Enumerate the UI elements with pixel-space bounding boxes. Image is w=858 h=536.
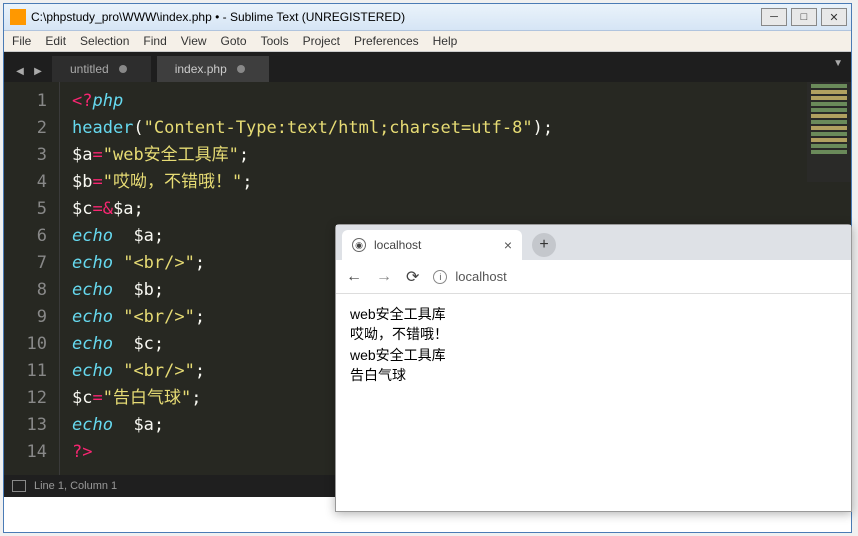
url-text: localhost — [455, 269, 506, 284]
menu-file[interactable]: File — [12, 34, 31, 48]
browser-content: web安全工具库哎呦，不错哦！web安全工具库告白气球 — [336, 294, 851, 395]
line-number: 8 — [4, 277, 47, 304]
tab-prev-icon[interactable]: ◀ — [12, 64, 28, 78]
line-number: 7 — [4, 250, 47, 277]
maximize-button[interactable]: □ — [791, 8, 817, 26]
gutter: 1234567891011121314 — [4, 82, 60, 475]
line-number: 10 — [4, 331, 47, 358]
line-number: 13 — [4, 412, 47, 439]
tabbar: ◀ ▶ untitled index.php ▼ — [4, 52, 851, 82]
tab-next-icon[interactable]: ▶ — [30, 64, 46, 78]
new-tab-button[interactable]: + — [532, 233, 556, 257]
browser-tabbar: ◉ localhost × + — [336, 225, 851, 260]
output-line: 哎呦，不错哦！ — [350, 324, 837, 344]
globe-icon: ◉ — [352, 238, 366, 252]
output-line: web安全工具库 — [350, 304, 837, 324]
app-icon — [10, 9, 26, 25]
menu-tools[interactable]: Tools — [261, 34, 289, 48]
modified-dot-icon — [119, 65, 127, 73]
modified-dot-icon — [237, 65, 245, 73]
address-bar[interactable]: i localhost — [433, 269, 506, 284]
window-title: C:\phpstudy_pro\WWW\index.php • - Sublim… — [31, 10, 761, 24]
menu-view[interactable]: View — [181, 34, 207, 48]
code-line[interactable]: $b="哎呦，不错哦！"; — [72, 169, 851, 196]
browser-toolbar: ← → ⟳ i localhost — [336, 260, 851, 294]
file-tab[interactable]: index.php — [157, 56, 269, 82]
browser-tab[interactable]: ◉ localhost × — [342, 230, 522, 260]
menu-find[interactable]: Find — [143, 34, 166, 48]
status-text: Line 1, Column 1 — [34, 480, 117, 492]
status-panel-icon[interactable] — [12, 480, 26, 492]
reload-button[interactable]: ⟳ — [406, 267, 419, 287]
menu-help[interactable]: Help — [433, 34, 458, 48]
tab-label: index.php — [175, 62, 227, 76]
file-tab[interactable]: untitled — [52, 56, 151, 82]
minimize-button[interactable]: ─ — [761, 8, 787, 26]
menu-edit[interactable]: Edit — [45, 34, 66, 48]
output-line: web安全工具库 — [350, 345, 837, 365]
menu-selection[interactable]: Selection — [80, 34, 129, 48]
tab-overflow-icon[interactable]: ▼ — [833, 58, 843, 69]
code-line[interactable]: $c=&$a; — [72, 196, 851, 223]
tab-label: untitled — [70, 62, 109, 76]
line-number: 4 — [4, 169, 47, 196]
code-line[interactable]: $a="web安全工具库"; — [72, 142, 851, 169]
line-number: 3 — [4, 142, 47, 169]
back-button[interactable]: ← — [346, 268, 362, 286]
line-number: 11 — [4, 358, 47, 385]
info-icon: i — [433, 270, 447, 284]
output-line: 告白气球 — [350, 365, 837, 385]
menu-project[interactable]: Project — [303, 34, 340, 48]
titlebar: C:\phpstudy_pro\WWW\index.php • - Sublim… — [4, 4, 851, 31]
line-number: 2 — [4, 115, 47, 142]
browser-window: ◉ localhost × + ← → ⟳ i localhost web安全工… — [335, 224, 852, 512]
menubar: File Edit Selection Find View Goto Tools Projec… — [4, 31, 851, 52]
close-button[interactable]: ✕ — [821, 8, 847, 26]
code-line[interactable]: <?php — [72, 88, 851, 115]
code-line[interactable]: header("Content-Type:text/html;charset=u… — [72, 115, 851, 142]
menu-preferences[interactable]: Preferences — [354, 34, 419, 48]
forward-button[interactable]: → — [376, 268, 392, 286]
line-number: 14 — [4, 439, 47, 466]
minimap[interactable] — [807, 82, 851, 182]
line-number: 6 — [4, 223, 47, 250]
browser-tab-title: localhost — [374, 238, 421, 252]
line-number: 1 — [4, 88, 47, 115]
line-number: 12 — [4, 385, 47, 412]
line-number: 5 — [4, 196, 47, 223]
menu-goto[interactable]: Goto — [221, 34, 247, 48]
tab-close-icon[interactable]: × — [504, 237, 512, 253]
line-number: 9 — [4, 304, 47, 331]
